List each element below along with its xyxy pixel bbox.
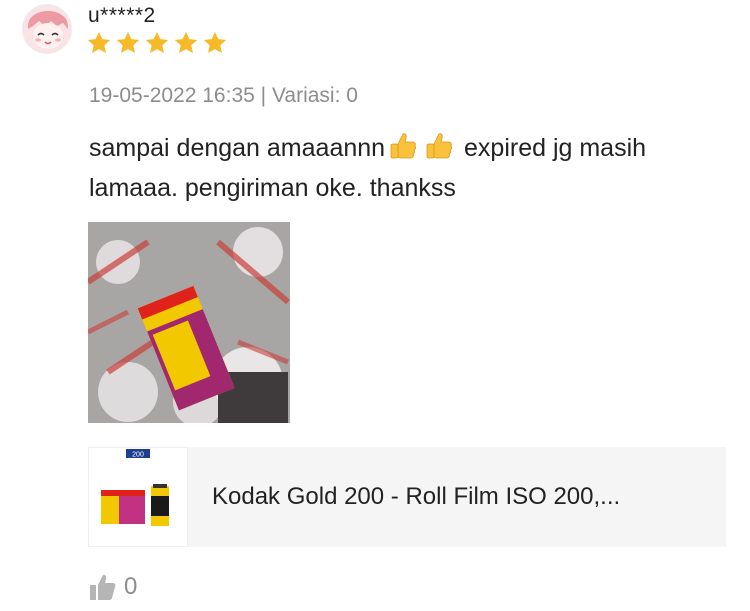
- review-date: 19-05-2022 16:35: [89, 84, 255, 107]
- variation-label: Variasi:: [271, 84, 341, 107]
- product-thumbnail: 200: [88, 447, 188, 547]
- star-icon: [87, 31, 111, 53]
- star-icon: [203, 31, 227, 53]
- product-title: Kodak Gold 200 - Roll Film ISO 200,...: [212, 483, 621, 510]
- thumbs-up-emoji-icon: [426, 133, 453, 159]
- meta-separator: |: [260, 84, 267, 107]
- thumbs-up-emoji-icon: [390, 133, 417, 159]
- reviewer-username: u*****2: [88, 4, 156, 27]
- variation-value: 0: [346, 84, 358, 107]
- review-item: u*****2 19-05-2022 16:35 | Variasi: 0 sa…: [0, 0, 750, 611]
- avatar-face-icon: [23, 5, 71, 53]
- like-button[interactable]: 0: [88, 572, 137, 602]
- avatar[interactable]: [22, 4, 72, 54]
- rating-stars: [86, 30, 228, 56]
- review-text: sampai dengan amaaannn expired jg masih …: [89, 128, 739, 208]
- review-photo-image: [88, 222, 290, 423]
- product-thumb-badge: 200: [132, 452, 144, 459]
- like-count: 0: [124, 573, 138, 600]
- review-text-part1: sampai dengan amaaannn: [89, 134, 386, 162]
- star-icon: [174, 31, 198, 53]
- review-meta: 19-05-2022 16:35 | Variasi: 0: [89, 84, 358, 108]
- star-icon: [116, 31, 140, 53]
- kodak-film-box-icon: 200: [101, 449, 169, 526]
- product-card[interactable]: 200 Kodak Gold 200 - Roll Film ISO 200,.…: [88, 447, 726, 547]
- thumbs-up-icon: [90, 574, 116, 600]
- star-icon: [145, 31, 169, 53]
- review-photo[interactable]: [88, 222, 290, 423]
